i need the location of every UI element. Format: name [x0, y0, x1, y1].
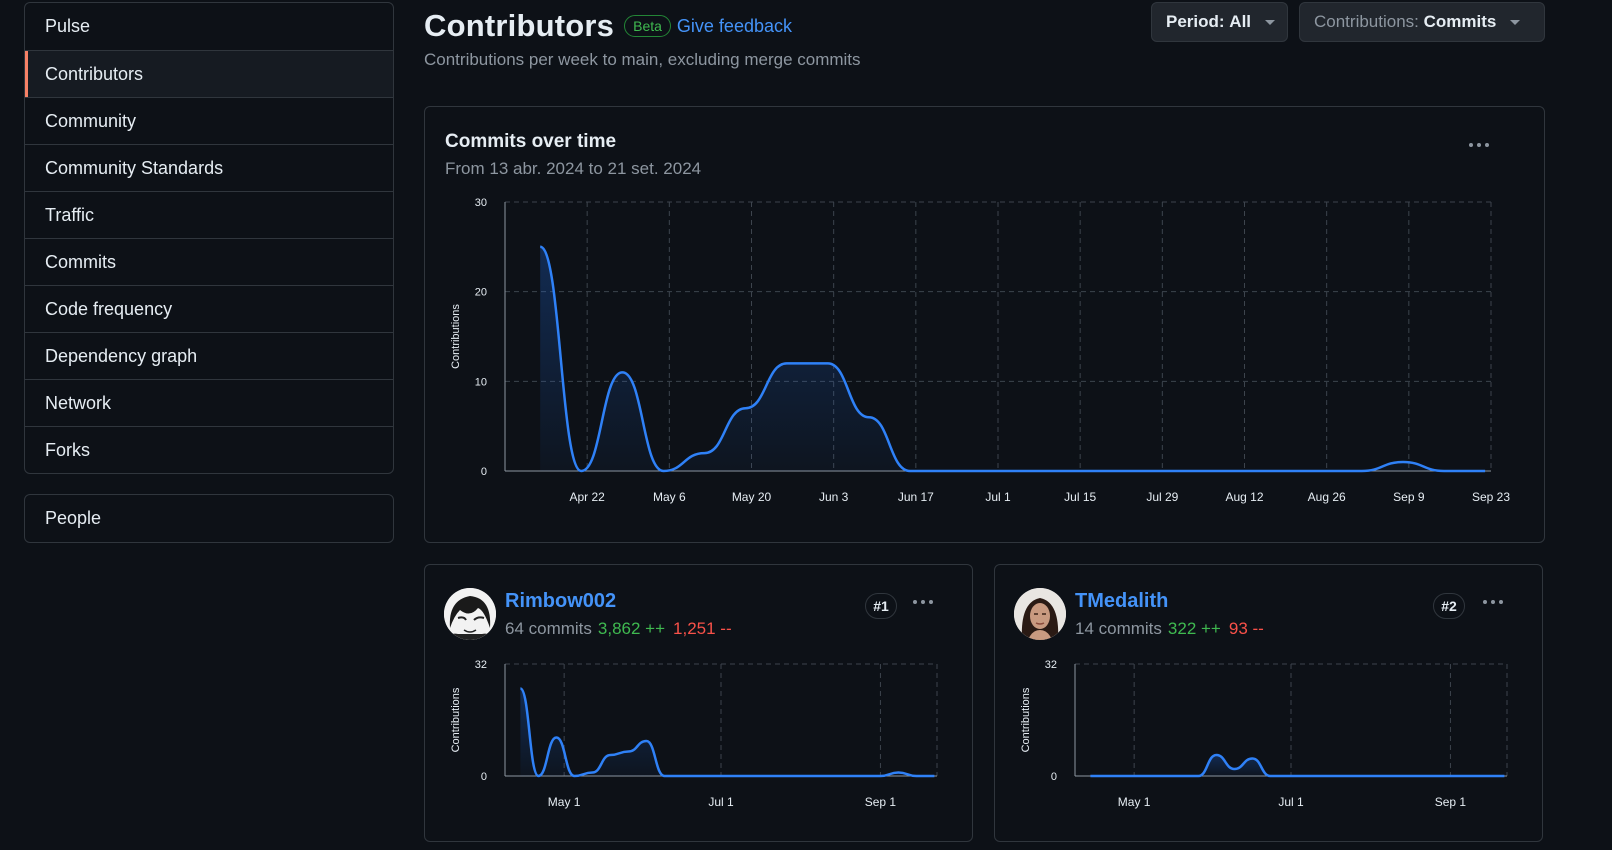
- period-label: Period:: [1166, 12, 1230, 31]
- x-tick-label: Jul 29: [1146, 490, 1178, 504]
- x-tick-label: Jul 1: [985, 490, 1011, 504]
- y-axis-label: Contributions: [450, 304, 462, 369]
- x-tick-label: May 6: [653, 490, 686, 504]
- contributions-value: Commits: [1423, 12, 1497, 31]
- x-tick-label: May 20: [732, 490, 772, 504]
- series-line: [539, 245, 1486, 473]
- x-tick-label: Jun 17: [898, 490, 934, 504]
- contributor-card: Rimbow002 64 commits 3,862 ++ 1,251 -- #1 …: [424, 564, 973, 842]
- x-tick-label: Jul 1: [708, 795, 734, 809]
- x-tick-label: Sep 9: [1393, 490, 1425, 504]
- sidebar-item-people[interactable]: People: [25, 495, 393, 542]
- chevron-down-icon: [1510, 19, 1521, 25]
- sidebar-item-forks[interactable]: Forks: [25, 426, 393, 473]
- x-tick-label: Aug 12: [1225, 490, 1263, 504]
- series-area: [1090, 755, 1505, 776]
- x-tick-label: Sep 1: [1435, 795, 1467, 809]
- y-tick-label: 20: [475, 287, 487, 299]
- commits-over-time-chart: 0 10 20 30 Apr 22 May 6 May 20 Jun 3 Jun 17 Jul 1…: [450, 197, 1510, 504]
- x-tick-label: Jul 15: [1064, 490, 1096, 504]
- sidebar-item-commits[interactable]: Commits: [25, 238, 393, 285]
- x-tick-label: May 1: [1118, 795, 1151, 809]
- insights-sidebar: Pulse Contributors Community Community S…: [24, 2, 394, 543]
- y-tick-label: 0: [1051, 771, 1057, 783]
- y-tick-label: 30: [475, 197, 487, 209]
- y-axis-label: Contributions: [450, 687, 462, 752]
- x-tick-label: Sep 23: [1472, 490, 1510, 504]
- page-subtitle: Contributions per week to main, excludin…: [424, 50, 861, 69]
- contributor-card: TMedalith 14 commits 322 ++ 93 -- #2 0 32 Ma…: [994, 564, 1543, 842]
- series-area: [540, 246, 1486, 471]
- x-tick-label: Jun 3: [819, 490, 849, 504]
- sidebar-item-pulse[interactable]: Pulse: [25, 3, 393, 50]
- contributor-chart: 0 32 May 1 Jul 1 Sep 1 Contributions: [450, 659, 938, 809]
- y-axis-label: Contributions: [1020, 687, 1032, 752]
- contributor-chart: 0 32 May 1 Jul 1 Sep 1 Contributions: [1020, 659, 1508, 809]
- beta-badge: Beta: [624, 15, 671, 37]
- contributions-label: Contributions:: [1314, 12, 1424, 31]
- period-dropdown[interactable]: Period: All: [1151, 2, 1288, 42]
- insights-menu: Pulse Contributors Community Community S…: [24, 2, 394, 474]
- x-tick-label: May 1: [548, 795, 581, 809]
- page-title: Contributors: [424, 8, 615, 43]
- sidebar-item-community[interactable]: Community: [25, 97, 393, 144]
- y-tick-label: 0: [481, 466, 487, 478]
- y-tick-label: 0: [481, 771, 487, 783]
- y-tick-label: 10: [475, 376, 487, 388]
- chevron-down-icon: [1265, 19, 1276, 25]
- x-tick-label: Apr 22: [569, 490, 605, 504]
- x-tick-label: Sep 1: [865, 795, 897, 809]
- sidebar-item-traffic[interactable]: Traffic: [25, 191, 393, 238]
- series-line: [1090, 753, 1505, 778]
- sidebar-item-community-standards[interactable]: Community Standards: [25, 144, 393, 191]
- commits-over-time-panel: Commits over time From 13 abr. 2024 to 2…: [424, 106, 1545, 543]
- sidebar-item-contributors[interactable]: Contributors: [25, 50, 393, 97]
- series-line: [519, 687, 935, 778]
- x-tick-label: Aug 26: [1308, 490, 1346, 504]
- y-tick-label: 32: [475, 659, 487, 671]
- sidebar-item-network[interactable]: Network: [25, 379, 393, 426]
- sidebar-item-code-frequency[interactable]: Code frequency: [25, 285, 393, 332]
- period-value: All: [1229, 12, 1252, 31]
- x-tick-label: Jul 1: [1278, 795, 1304, 809]
- title-row: Contributors Beta Give feedback: [424, 8, 792, 44]
- give-feedback-link[interactable]: Give feedback: [677, 16, 792, 37]
- y-tick-label: 32: [1045, 659, 1057, 671]
- people-menu: People: [24, 494, 394, 543]
- contributions-dropdown[interactable]: Contributions: Commits: [1299, 2, 1545, 42]
- sidebar-item-dependency-graph[interactable]: Dependency graph: [25, 332, 393, 379]
- series-area: [520, 688, 935, 776]
